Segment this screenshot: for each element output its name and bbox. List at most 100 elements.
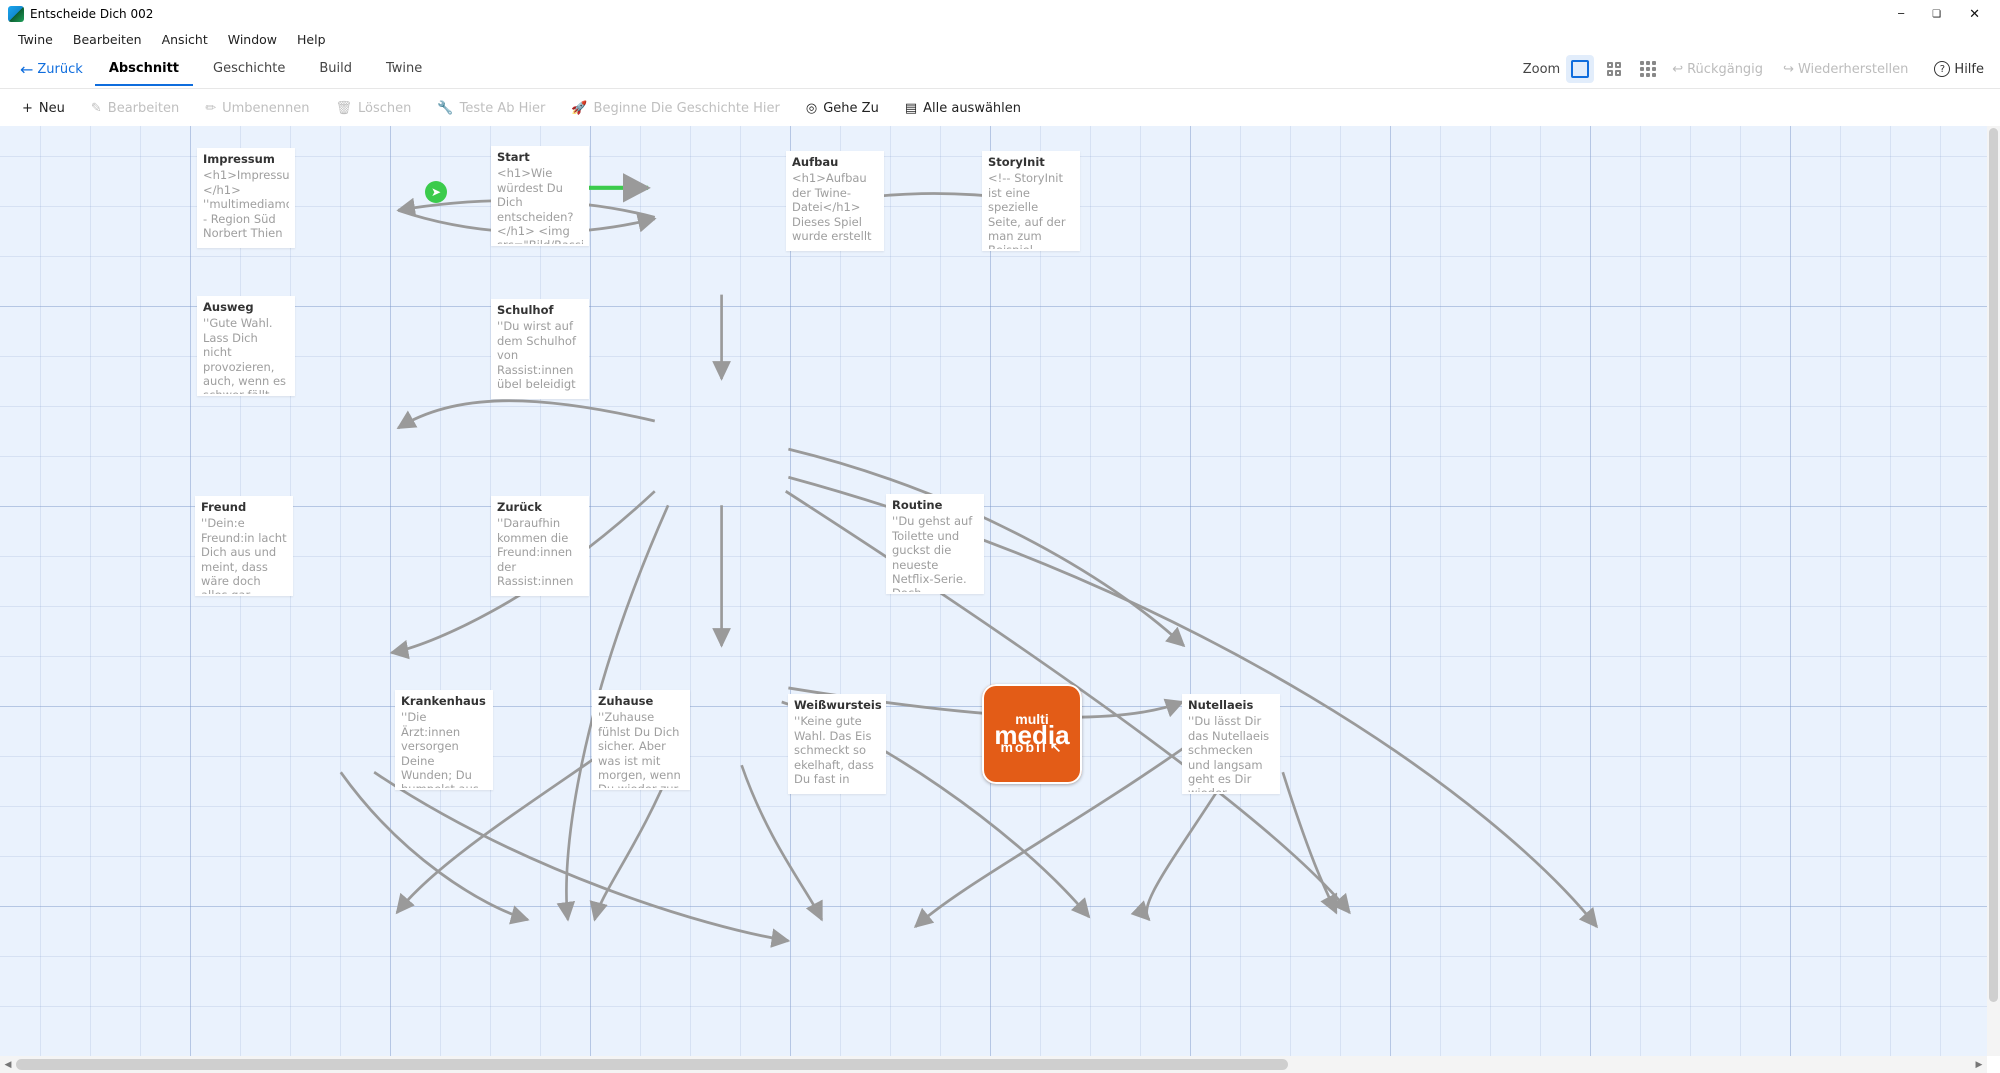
passage-title: Freund <box>201 500 287 514</box>
back-button[interactable]: ← Zurück <box>12 56 91 83</box>
minimize-button[interactable]: ─ <box>1898 9 1904 20</box>
delete-button[interactable]: 🗑 Löschen <box>326 97 422 120</box>
story-canvas[interactable]: Impressum <h1>Impressum:</h1> ''multimed… <box>0 126 1987 1056</box>
passage-body: ''Keine gute Wahl. Das Eis schmeckt so e… <box>794 714 880 786</box>
passage-schulhof[interactable]: Schulhof ''Du wirst auf dem Schulhof von… <box>491 299 589 399</box>
vertical-scrollbar[interactable] <box>1987 126 2000 1056</box>
passage-body: ''Dein:e Freund:in lacht Dich aus und me… <box>201 516 287 594</box>
tab-geschichte[interactable]: Geschichte <box>199 53 299 85</box>
passage-body: ''Gute Wahl. Lass Dich nicht provozieren… <box>203 316 289 394</box>
passage-freund[interactable]: Freund ''Dein:e Freund:in lacht Dich aus… <box>195 496 293 596</box>
menu-help[interactable]: Help <box>287 30 336 49</box>
passage-body: <h1>Aufbau der Twine-Datei</h1> Dieses S… <box>792 171 878 243</box>
tab-twine[interactable]: Twine <box>372 53 436 85</box>
multimedia-mobil-logo: multi media mobil↖ <box>982 684 1082 784</box>
passage-body: <h1>Wie würdest Du Dich entscheiden?</h1… <box>497 166 583 244</box>
menu-bar: Twine Bearbeiten Ansicht Window Help <box>0 28 2000 50</box>
passage-title: Schulhof <box>497 303 583 317</box>
menu-ansicht[interactable]: Ansicht <box>152 30 218 49</box>
plus-icon: + <box>22 101 33 116</box>
passage-zuhause[interactable]: Zuhause ''Zuhause fühlst Du Dich sicher.… <box>592 690 690 790</box>
rename-label: Umbenennen <box>222 101 309 116</box>
passage-body: ''Du lässt Dir das Nutellaeis schmecken … <box>1188 714 1274 792</box>
test-from-here-button[interactable]: 🔧Teste Ab Hier <box>427 97 555 120</box>
passage-title: Impressum <box>203 152 289 166</box>
back-arrow-icon: ← <box>20 60 33 79</box>
undo-icon: ↩ <box>1672 62 1683 77</box>
redo-icon: ↪ <box>1783 62 1794 77</box>
delete-label: Löschen <box>358 101 411 116</box>
menu-bearbeiten[interactable]: Bearbeiten <box>63 30 152 49</box>
help-button[interactable]: ? Hilfe <box>1918 57 1988 81</box>
zoom-group: Zoom <box>1523 55 1662 83</box>
title-bar: Entscheide Dich 002 ─ ❏ ✕ <box>0 0 2000 28</box>
menu-twine[interactable]: Twine <box>8 30 63 49</box>
passage-title: Routine <box>892 498 978 512</box>
rocket-start-icon: ➤ <box>431 185 441 199</box>
tab-abschnitt[interactable]: Abschnitt <box>95 53 193 86</box>
rename-button[interactable]: ✏ Umbenennen <box>195 97 319 120</box>
horizontal-scrollbar[interactable]: ◀ ▶ <box>0 1056 1987 1073</box>
goto-label: Gehe Zu <box>823 101 879 116</box>
edit-label: Bearbeiten <box>108 101 179 116</box>
passage-weisswursteis[interactable]: Weißwursteis ''Keine gute Wahl. Das Eis … <box>788 694 886 794</box>
connection-arrows <box>0 126 1987 1056</box>
passage-ausweg[interactable]: Ausweg ''Gute Wahl. Lass Dich nicht prov… <box>197 296 295 396</box>
horizontal-scroll-thumb[interactable] <box>16 1059 1288 1070</box>
passage-body: ''Daraufhin kommen die Freund:innen der … <box>497 516 583 588</box>
new-button[interactable]: +Neu <box>12 97 75 120</box>
tab-build[interactable]: Build <box>305 53 366 85</box>
passage-storyinit[interactable]: StoryInit <!-- StoryInit ist eine spezie… <box>982 151 1080 251</box>
passage-routine[interactable]: Routine ''Du gehst auf Toilette und guck… <box>886 494 984 594</box>
passage-title: Nutellaeis <box>1188 698 1274 712</box>
passage-body: <!-- StoryInit ist eine spezielle Seite,… <box>988 171 1074 249</box>
passage-body: ''Du gehst auf Toilette und guckst die n… <box>892 514 978 592</box>
passage-krankenhaus[interactable]: Krankenhaus ''Die Ärzt:innen versorgen D… <box>395 690 493 790</box>
target-icon: ◎ <box>806 101 817 116</box>
passage-body: ''Du wirst auf dem Schulhof von Rassist:… <box>497 319 583 391</box>
start-story-here-button[interactable]: 🚀Beginne Die Geschichte Hier <box>561 97 790 120</box>
passage-title: Weißwursteis <box>794 698 880 712</box>
rename-icon: ✏ <box>205 101 216 116</box>
passage-title: Zurück <box>497 500 583 514</box>
undo-button[interactable]: ↩ Rückgängig <box>1662 58 1773 81</box>
edit-icon: ✎ <box>91 101 102 116</box>
help-label: Hilfe <box>1954 62 1984 77</box>
toolbar: +Neu ✎ Bearbeiten ✏ Umbenennen 🗑 Löschen 🔧T… <box>0 89 2000 128</box>
trash-icon: 🗑 <box>336 101 353 116</box>
passage-title: Aufbau <box>792 155 878 169</box>
zoom-large-icon[interactable] <box>1566 55 1594 83</box>
passage-title: Start <box>497 150 583 164</box>
passage-title: Ausweg <box>203 300 289 314</box>
maximize-button[interactable]: ❏ <box>1932 9 1941 20</box>
nav-tabbar: ← Zurück Abschnitt Geschichte Build Twin… <box>0 50 2000 89</box>
app-icon <box>8 6 24 22</box>
undo-label: Rückgängig <box>1687 62 1763 77</box>
zoom-medium-icon[interactable] <box>1600 55 1628 83</box>
passage-start[interactable]: Start <h1>Wie würdest Du Dich entscheide… <box>491 146 589 246</box>
zoom-small-icon[interactable] <box>1634 55 1662 83</box>
goto-button[interactable]: ◎ Gehe Zu <box>796 97 889 120</box>
start-badge[interactable]: ➤ <box>425 181 447 203</box>
passage-aufbau[interactable]: Aufbau <h1>Aufbau der Twine-Datei</h1> D… <box>786 151 884 251</box>
scroll-right-arrow[interactable]: ▶ <box>1971 1056 1987 1073</box>
passage-nutellaeis[interactable]: Nutellaeis ''Du lässt Dir das Nutellaeis… <box>1182 694 1280 794</box>
passage-title: Krankenhaus <box>401 694 487 708</box>
select-all-button[interactable]: ▤Alle auswählen <box>895 97 1031 120</box>
back-label: Zurück <box>37 62 82 77</box>
rocket-icon: 🚀 <box>571 101 587 116</box>
logo-line3: mobil <box>1000 742 1047 754</box>
vertical-scroll-thumb[interactable] <box>1989 128 1998 1002</box>
zoom-label: Zoom <box>1523 62 1560 77</box>
redo-button[interactable]: ↪ Wiederherstellen <box>1773 58 1918 81</box>
passage-body: ''Zuhause fühlst Du Dich sicher. Aber wa… <box>598 710 684 788</box>
select-all-label: Alle auswählen <box>923 101 1021 116</box>
passage-title: StoryInit <box>988 155 1074 169</box>
passage-zurueck[interactable]: Zurück ''Daraufhin kommen die Freund:inn… <box>491 496 589 596</box>
passage-impressum[interactable]: Impressum <h1>Impressum:</h1> ''multimed… <box>197 148 295 248</box>
menu-window[interactable]: Window <box>218 30 287 49</box>
close-button[interactable]: ✕ <box>1969 7 1980 22</box>
wrench-icon: 🔧 <box>437 101 453 116</box>
edit-button[interactable]: ✎ Bearbeiten <box>81 97 189 120</box>
scroll-left-arrow[interactable]: ◀ <box>0 1056 16 1073</box>
